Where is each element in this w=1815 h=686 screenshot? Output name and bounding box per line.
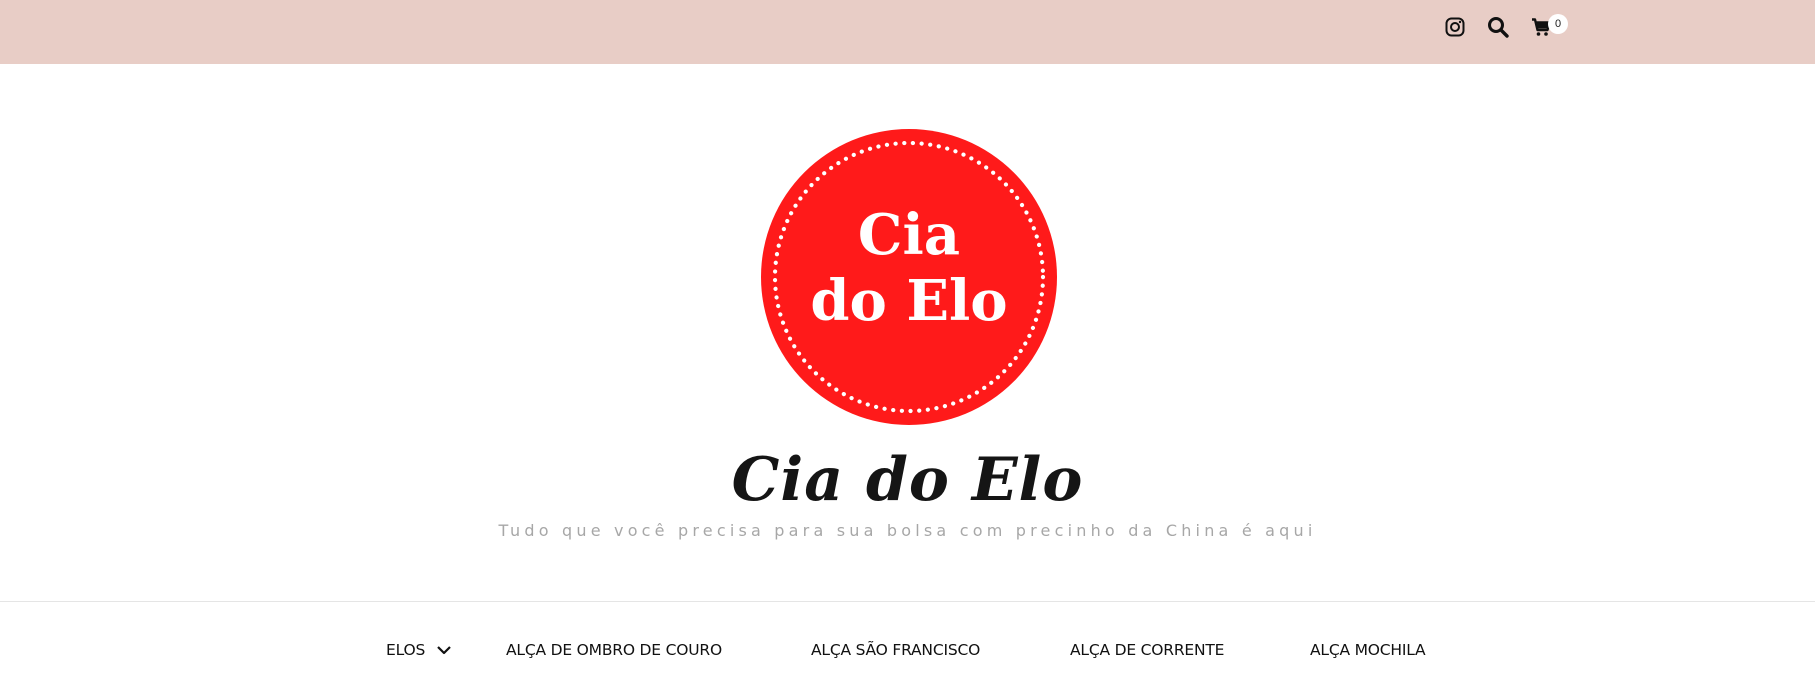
instagram-link[interactable]	[1440, 12, 1470, 42]
chevron-down-icon	[437, 646, 451, 655]
top-bar: 0	[0, 0, 1815, 64]
search-icon	[1488, 17, 1509, 38]
nav-item-alca-de-corrente[interactable]: ALÇA DE CORRENTE	[1070, 638, 1224, 662]
cart-count-badge: 0	[1548, 14, 1568, 34]
nav-item-alca-de-ombro-de-couro[interactable]: ALÇA DE OMBRO DE COURO	[506, 638, 722, 662]
site-tagline: Tudo que você precisa para sua bolsa com…	[498, 521, 1317, 540]
main-navigation: ELOS ALÇA DE OMBRO DE COURO ALÇA SÃO FRA…	[0, 602, 1815, 686]
search-button[interactable]	[1483, 12, 1513, 42]
nav-item-alca-mochila[interactable]: ALÇA MOCHILA	[1310, 638, 1426, 662]
instagram-icon	[1445, 17, 1465, 37]
site-title[interactable]: Cia do Elo	[0, 445, 1815, 515]
logo-badge: Cia do Elo	[761, 129, 1057, 425]
nav-item-elos[interactable]: ELOS	[386, 638, 451, 662]
logo-text-line1: Cia	[858, 202, 960, 268]
nav-item-alca-sao-francisco[interactable]: ALÇA SÃO FRANCISCO	[811, 638, 980, 662]
site-logo[interactable]: Cia do Elo	[760, 128, 1058, 426]
logo-text-line2: do Elo	[810, 268, 1007, 334]
nav-item-label: ELOS	[386, 641, 426, 659]
